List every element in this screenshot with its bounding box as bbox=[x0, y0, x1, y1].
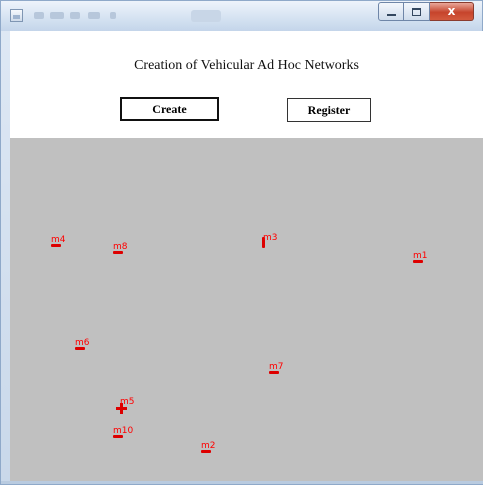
java-app-icon[interactable] bbox=[10, 9, 23, 22]
page-title: Creation of Vehicular Ad Hoc Networks bbox=[134, 58, 359, 73]
vehicle-node-label: m3 bbox=[263, 233, 278, 243]
vehicle-node-label: m2 bbox=[201, 441, 216, 451]
vehicle-node-label: m8 bbox=[113, 242, 128, 252]
register-button[interactable]: Register bbox=[287, 98, 371, 122]
app-window: x Creation of Vehicular Ad Hoc Networks … bbox=[0, 0, 483, 485]
header-panel: Creation of Vehicular Ad Hoc Networks Cr… bbox=[10, 31, 483, 138]
title-bar-blur bbox=[191, 10, 221, 22]
network-canvas[interactable]: m1 m2 m3 m4 m5 m6 m7 m8 m10 bbox=[10, 138, 483, 484]
vehicle-node-label: m1 bbox=[413, 251, 428, 261]
close-icon: x bbox=[447, 4, 456, 18]
vehicle-node-label: m7 bbox=[269, 362, 284, 372]
close-button[interactable]: x bbox=[430, 2, 474, 21]
window-controls: x bbox=[378, 2, 474, 21]
vehicle-node-label: m10 bbox=[113, 426, 134, 436]
create-button[interactable]: Create bbox=[120, 97, 219, 121]
title-bar[interactable]: x bbox=[1, 1, 482, 31]
content-pane: Creation of Vehicular Ad Hoc Networks Cr… bbox=[10, 31, 483, 484]
vehicle-node-label: m6 bbox=[75, 338, 90, 348]
minimize-icon bbox=[387, 14, 396, 16]
vehicle-node-label: m5 bbox=[120, 397, 135, 407]
maximize-button[interactable] bbox=[404, 2, 430, 21]
title-bar-toolbar bbox=[34, 12, 124, 21]
vehicle-node-label: m4 bbox=[51, 235, 66, 245]
minimize-button[interactable] bbox=[378, 2, 404, 21]
maximize-icon bbox=[412, 8, 421, 16]
window-bottom-border bbox=[1, 481, 483, 484]
